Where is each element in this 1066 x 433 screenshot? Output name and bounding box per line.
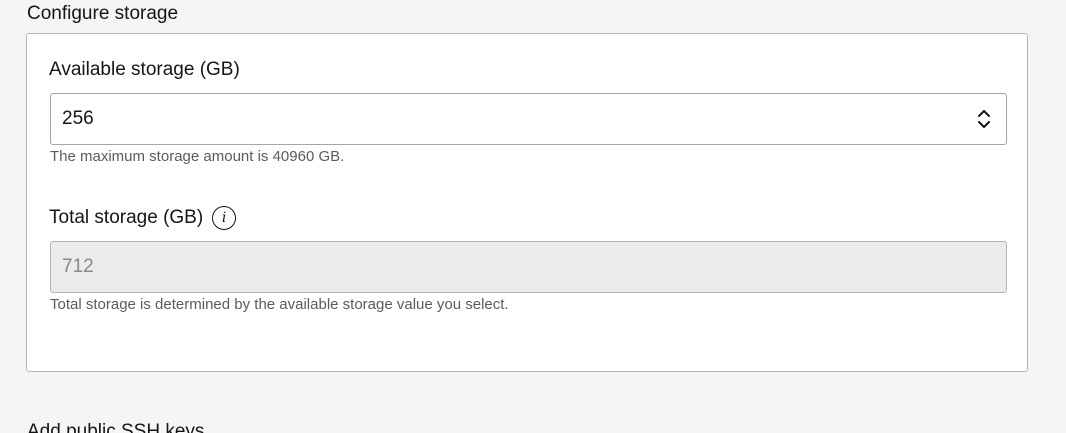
- available-storage-input[interactable]: [51, 93, 972, 145]
- add-ssh-keys-title: Add public SSH keys: [27, 421, 205, 433]
- available-storage-field[interactable]: [50, 93, 1007, 145]
- info-icon[interactable]: i: [212, 206, 237, 230]
- total-storage-helper: Total storage is determined by the avail…: [50, 296, 509, 313]
- available-storage-label-text: Available storage (GB): [49, 59, 240, 80]
- total-storage-input: [51, 241, 1006, 293]
- total-storage-label: Total storage (GB) i: [49, 206, 237, 230]
- available-storage-helper: The maximum storage amount is 40960 GB.: [50, 148, 345, 165]
- total-storage-field: [50, 241, 1007, 293]
- configure-storage-page: Configure storage Available storage (GB)…: [0, 0, 1066, 433]
- storage-panel: Available storage (GB) The maximum stora…: [26, 33, 1028, 372]
- total-storage-label-text: Total storage (GB): [49, 207, 204, 228]
- chevron-up-down-icon[interactable]: [972, 104, 996, 134]
- section-title: Configure storage: [27, 3, 179, 24]
- available-storage-label: Available storage (GB): [49, 58, 240, 82]
